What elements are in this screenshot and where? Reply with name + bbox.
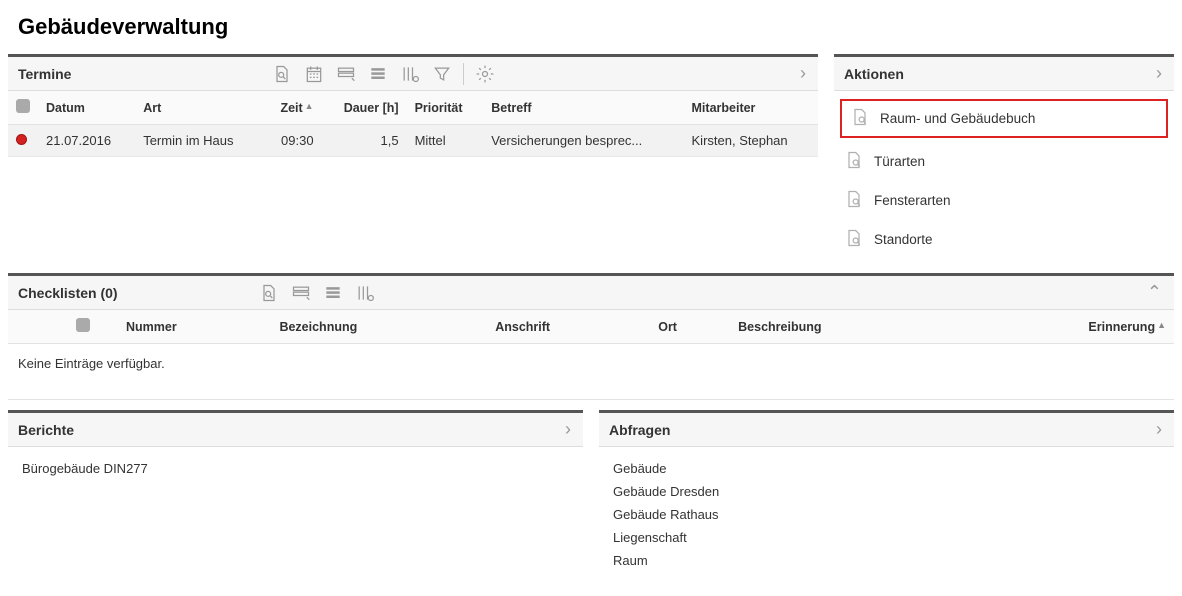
panel-abfragen: Abfragen › Gebäude Gebäude Dresden Gebäu… <box>599 410 1174 586</box>
action-fensterarten[interactable]: Fensterarten <box>834 181 1174 220</box>
action-standorte[interactable]: Standorte <box>834 220 1174 259</box>
empty-message: Keine Einträge verfügbar. <box>8 344 1174 400</box>
list-item[interactable]: Gebäude Rathaus <box>613 503 1160 526</box>
funnel-icon[interactable] <box>431 63 453 85</box>
chevron-right-icon[interactable]: › <box>1150 419 1168 440</box>
col-ort[interactable]: Ort <box>650 310 730 344</box>
list-icon[interactable] <box>367 63 389 85</box>
panel-checklisten: Checklisten (0) ⌃ Nummer Bezeichnung <box>8 273 1174 400</box>
col-nummer[interactable]: Nummer <box>118 310 271 344</box>
document-search-icon <box>850 107 870 130</box>
search-doc-icon[interactable] <box>258 282 280 304</box>
calendar-icon[interactable] <box>303 63 325 85</box>
cell-datum: 21.07.2016 <box>38 125 135 157</box>
gear-icon[interactable] <box>463 63 495 85</box>
checklisten-table-header: Nummer Bezeichnung Anschrift Ort Beschre… <box>8 310 1174 344</box>
search-doc-icon[interactable] <box>271 63 293 85</box>
action-label: Fensterarten <box>874 193 951 208</box>
col-erinnerung[interactable]: Erinnerung▲ <box>959 310 1174 344</box>
termine-table-header: Datum Art Zeit▲ Dauer [h] Priorität Betr… <box>8 91 818 125</box>
columns-gear-icon[interactable] <box>399 63 421 85</box>
col-betreff[interactable]: Betreff <box>483 91 683 125</box>
panel-berichte: Berichte › Bürogebäude DIN277 <box>8 410 583 586</box>
col-dauer[interactable]: Dauer [h] <box>322 91 407 125</box>
cell-zeit: 09:30 <box>263 125 322 157</box>
document-search-icon <box>844 228 864 251</box>
cell-mitarbeiter: Kirsten, Stephan <box>684 125 818 157</box>
checklisten-title: Checklisten (0) <box>18 285 118 301</box>
cell-art: Termin im Haus <box>135 125 262 157</box>
col-art[interactable]: Art <box>135 91 262 125</box>
document-search-icon <box>844 150 864 173</box>
filter-bar-icon[interactable] <box>290 282 312 304</box>
columns-gear-icon[interactable] <box>354 282 376 304</box>
panel-termine: Termine <box>8 54 818 263</box>
list-item[interactable]: Gebäude Dresden <box>613 480 1160 503</box>
col-bezeichnung[interactable]: Bezeichnung <box>271 310 487 344</box>
document-search-icon <box>844 189 864 212</box>
page-title: Gebäudeverwaltung <box>18 14 1182 40</box>
chevron-right-icon[interactable]: › <box>1150 63 1168 84</box>
tag-icon <box>16 99 30 113</box>
action-label: Standorte <box>874 232 933 247</box>
cell-betreff: Versicherungen besprec... <box>483 125 683 157</box>
col-mitarbeiter[interactable]: Mitarbeiter <box>684 91 818 125</box>
tag-icon <box>76 318 90 332</box>
cell-prioritaet: Mittel <box>407 125 484 157</box>
action-label: Türarten <box>874 154 925 169</box>
list-item[interactable]: Liegenschaft <box>613 526 1160 549</box>
chevron-right-icon[interactable]: › <box>794 63 812 84</box>
panel-aktionen: Aktionen › Raum- und Gebäudebuch Türarte… <box>834 54 1174 263</box>
list-item[interactable]: Gebäude <box>613 457 1160 480</box>
col-datum[interactable]: Datum <box>38 91 135 125</box>
col-anschrift[interactable]: Anschrift <box>487 310 650 344</box>
col-prioritaet[interactable]: Priorität <box>407 91 484 125</box>
col-beschreibung[interactable]: Beschreibung <box>730 310 959 344</box>
berichte-title: Berichte <box>18 422 74 438</box>
filter-bar-icon[interactable] <box>335 63 357 85</box>
list-icon[interactable] <box>322 282 344 304</box>
action-tuerarten[interactable]: Türarten <box>834 142 1174 181</box>
aktionen-title: Aktionen <box>844 66 904 82</box>
list-item[interactable]: Raum <box>613 549 1160 572</box>
table-row[interactable]: 21.07.2016 Termin im Haus 09:30 1,5 Mitt… <box>8 125 818 157</box>
status-dot-icon <box>16 134 27 145</box>
termine-title: Termine <box>18 66 71 82</box>
cell-dauer: 1,5 <box>322 125 407 157</box>
action-label: Raum- und Gebäudebuch <box>880 111 1035 126</box>
action-raum-gebaeudebuch[interactable]: Raum- und Gebäudebuch <box>840 99 1168 138</box>
abfragen-title: Abfragen <box>609 422 670 438</box>
list-item[interactable]: Bürogebäude DIN277 <box>22 457 569 480</box>
chevron-right-icon[interactable]: › <box>559 419 577 440</box>
col-zeit[interactable]: Zeit▲ <box>263 91 322 125</box>
chevron-up-icon[interactable]: ⌃ <box>1141 282 1168 303</box>
